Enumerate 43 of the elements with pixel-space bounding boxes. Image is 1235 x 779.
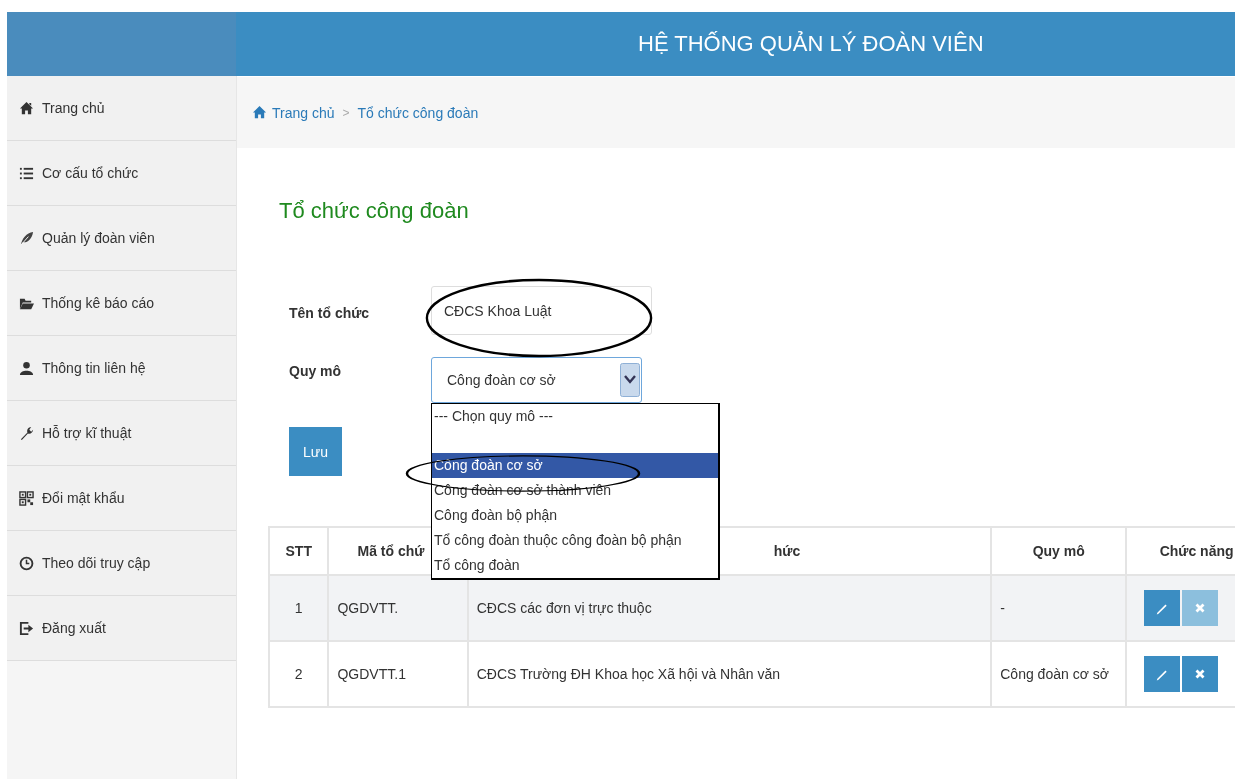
sidebar-item[interactable]: Hỗ trợ kĩ thuật <box>7 401 236 466</box>
page-title: Tổ chức công đoàn <box>279 198 470 224</box>
dropdown-option[interactable]: Công đoàn cơ sở <box>432 453 718 478</box>
sidebar-item[interactable]: Đăng xuất <box>7 596 236 661</box>
table-cell: 1 <box>269 575 329 641</box>
save-button[interactable]: Lưu <box>289 427 342 476</box>
table-cell: CĐCS các đơn vị trực thuộc <box>467 575 992 641</box>
breadcrumb-link[interactable]: Trang chủ <box>252 104 335 121</box>
clock-icon <box>19 555 34 571</box>
table-cell: 2 <box>269 641 329 707</box>
edit-button[interactable] <box>1144 590 1181 626</box>
qr-code-icon <box>19 490 34 506</box>
edit-button[interactable] <box>1144 656 1181 692</box>
sidebar-item[interactable]: Đổi mật khẩu <box>7 466 236 531</box>
sidebar-item[interactable]: Cơ cấu tổ chức <box>7 141 236 206</box>
column-header: STT <box>269 527 329 575</box>
sidebar-item[interactable]: Thống kê báo cáo <box>7 271 236 336</box>
home-icon <box>252 105 267 120</box>
table-cell: QGDVTT. <box>328 575 468 641</box>
user-icon <box>19 360 34 376</box>
list-icon <box>19 165 34 181</box>
app-title: HỆ THỐNG QUẢN LÝ ĐOÀN VIÊN <box>638 31 984 57</box>
sidebar-item[interactable]: Quản lý đoàn viên <box>7 206 236 271</box>
table-cell: QGDVTT.1 <box>328 641 468 707</box>
sidebar-item[interactable]: Trang chủ <box>7 76 236 141</box>
table-cell: Công đoàn cơ sở <box>991 641 1127 707</box>
table-cell: - <box>991 575 1127 641</box>
field-label: Tên tổ chức <box>289 304 371 321</box>
breadcrumb-link[interactable]: Tổ chức công đoàn <box>357 104 479 121</box>
table-cell: CĐCS Trường ĐH Khoa học Xã hội và Nhân văn <box>467 641 992 707</box>
dropdown-option[interactable]: --- Chọn quy mô --- <box>432 404 718 429</box>
delete-button[interactable] <box>1182 656 1219 692</box>
dropdown-option[interactable]: Công đoàn bộ phận <box>432 503 718 528</box>
sidebar-item[interactable]: Thông tin liên hệ <box>7 336 236 401</box>
wrench-icon <box>19 425 34 441</box>
sidebar-item[interactable]: Theo dõi truy cập <box>7 531 236 596</box>
field-label: Quy mô <box>289 363 343 379</box>
breadcrumb-separator: > <box>342 105 350 120</box>
leaf-icon <box>19 230 34 246</box>
name-field[interactable]: CĐCS Khoa Luật <box>431 286 652 335</box>
logout-icon <box>19 620 34 636</box>
home-icon <box>19 100 34 116</box>
scale-dropdown[interactable]: Công đoàn cơ sở <box>431 357 642 403</box>
